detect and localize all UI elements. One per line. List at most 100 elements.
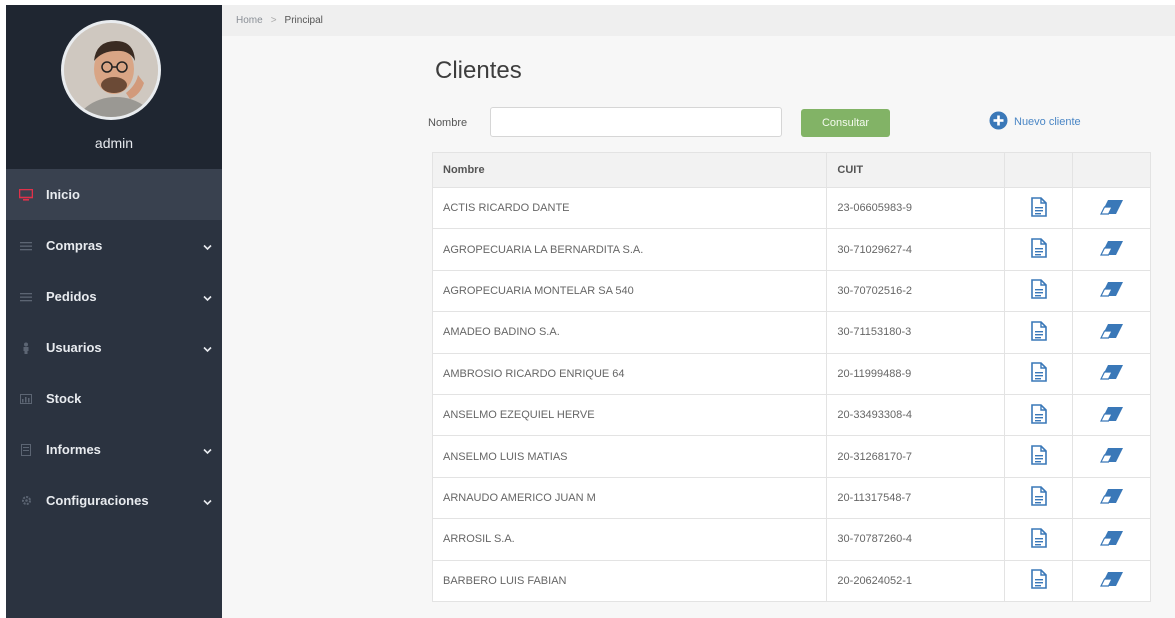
eraser-icon[interactable]: [1099, 447, 1124, 463]
table-row: AMADEO BADINO S.A. 30-71153180-3: [431, 311, 1151, 354]
new-client-label: Nuevo cliente: [1014, 116, 1081, 128]
breadcrumb-current: Principal: [284, 15, 323, 26]
table-row: AGROPECUARIA LA BERNARDITA S.A. 30-71029…: [431, 228, 1151, 271]
list-icon: [18, 289, 34, 305]
chevron-down-icon: [203, 289, 212, 304]
document-icon[interactable]: [1030, 403, 1047, 424]
client-cuit: 30-70787260-4: [826, 518, 1006, 561]
document-icon[interactable]: [1030, 279, 1047, 300]
eraser-icon[interactable]: [1099, 364, 1124, 380]
table-row: AGROPECUARIA MONTELAR SA 540 30-70702516…: [431, 269, 1151, 313]
client-cuit: 20-11999488-9: [826, 352, 1006, 395]
user-profile: admin: [6, 5, 222, 169]
sidebar-item-pedidos[interactable]: Pedidos: [6, 271, 222, 322]
table-row: AMBROSIO RICARDO ENRIQUE 64 20-11999488-…: [431, 352, 1151, 395]
document-icon[interactable]: [1030, 321, 1047, 341]
avatar-image: [64, 23, 158, 117]
client-name: ANSELMO LUIS MATIAS: [431, 435, 828, 478]
breadcrumb-home[interactable]: Home: [236, 15, 263, 26]
client-cuit: 30-70702516-2: [826, 269, 1006, 313]
eraser-icon[interactable]: [1099, 406, 1124, 422]
table-row: ANSELMO EZEQUIEL HERVE 20-33493308-4: [431, 393, 1151, 437]
column-header-actions: [1004, 152, 1074, 188]
client-name: AGROPECUARIA LA BERNARDITA S.A.: [431, 228, 828, 271]
monitor-icon: [18, 187, 34, 203]
document-icon[interactable]: [1030, 362, 1047, 383]
client-name: ANSELMO EZEQUIEL HERVE: [431, 393, 828, 437]
document-icon: [18, 442, 34, 458]
sidebar-item-label: Inicio: [46, 187, 80, 202]
sidebar-nav: Inicio Compras Pedidos Usuarios Stock In…: [6, 169, 222, 526]
search-label: Nombre: [428, 117, 468, 129]
document-icon[interactable]: [1030, 569, 1047, 590]
user-name: admin: [94, 135, 134, 151]
client-cuit: 23-06605983-9: [826, 186, 1006, 230]
chevron-down-icon: [203, 442, 212, 457]
table-row: ANSELMO LUIS MATIAS 20-31268170-7: [431, 435, 1151, 478]
list-icon: [18, 238, 34, 254]
client-cuit: 20-31268170-7: [826, 435, 1006, 478]
chevron-down-icon: [203, 493, 212, 508]
client-cuit: 30-71029627-4: [826, 228, 1006, 271]
search-input[interactable]: [490, 107, 782, 137]
eraser-icon[interactable]: [1099, 571, 1124, 587]
document-icon[interactable]: [1030, 528, 1047, 548]
client-cuit: 20-11317548-7: [826, 476, 1006, 520]
sidebar-item-inicio[interactable]: Inicio: [6, 169, 222, 220]
client-name: AMBROSIO RICARDO ENRIQUE 64: [431, 352, 828, 395]
client-name: ARROSIL S.A.: [431, 518, 828, 561]
table-body: ACTIS RICARDO DANTE 23-06605983-9 AGROPE…: [431, 186, 1151, 602]
sidebar-item-label: Compras: [46, 238, 103, 253]
client-name: AMADEO BADINO S.A.: [431, 311, 828, 354]
consultar-button[interactable]: Consultar: [801, 109, 890, 137]
plus-circle-icon: [989, 111, 1008, 133]
user-icon: [18, 340, 34, 356]
table-header-row: Nombre CUIT: [431, 152, 1151, 188]
client-cuit: 20-33493308-4: [826, 393, 1006, 437]
sidebar-item-configuraciones[interactable]: Configuraciones: [6, 475, 222, 526]
client-name: ARNAUDO AMERICO JUAN M: [431, 476, 828, 520]
table-row: ARNAUDO AMERICO JUAN M 20-11317548-7: [431, 476, 1151, 520]
clients-table: Nombre CUIT ACTIS RICARDO DANTE 23-06605…: [431, 152, 1151, 602]
page-title: Clientes: [435, 57, 522, 84]
client-name: AGROPECUARIA MONTELAR SA 540: [431, 269, 828, 313]
column-header-actions: [1072, 152, 1151, 188]
chevron-down-icon: [203, 238, 212, 253]
chart-icon: [18, 391, 34, 407]
eraser-icon[interactable]: [1099, 240, 1124, 256]
sidebar: admin Inicio Compras Pedidos Usuarios St…: [6, 5, 222, 618]
client-name: BARBERO LUIS FABIAN: [431, 559, 828, 602]
column-header-name[interactable]: Nombre: [431, 152, 828, 188]
client-name: ACTIS RICARDO DANTE: [431, 186, 828, 230]
topbar: Home > Principal: [222, 5, 1175, 36]
eraser-icon[interactable]: [1099, 530, 1124, 546]
avatar[interactable]: [61, 20, 161, 120]
client-cuit: 20-20624052-1: [826, 559, 1006, 602]
sidebar-item-label: Stock: [46, 391, 82, 406]
breadcrumb: Home > Principal: [236, 15, 323, 26]
column-header-cuit[interactable]: CUIT: [826, 152, 1006, 188]
sidebar-item-usuarios[interactable]: Usuarios: [6, 322, 222, 373]
eraser-icon[interactable]: [1099, 488, 1124, 505]
table-row: BARBERO LUIS FABIAN 20-20624052-1: [431, 559, 1151, 602]
document-icon[interactable]: [1030, 445, 1047, 465]
breadcrumb-separator: >: [270, 15, 277, 26]
eraser-icon[interactable]: [1099, 199, 1124, 215]
table-row: ACTIS RICARDO DANTE 23-06605983-9: [431, 186, 1151, 230]
sidebar-item-label: Configuraciones: [46, 493, 149, 508]
sidebar-item-stock[interactable]: Stock: [6, 373, 222, 424]
eraser-icon[interactable]: [1099, 281, 1124, 298]
chevron-down-icon: [203, 340, 212, 355]
sidebar-item-label: Pedidos: [46, 289, 97, 304]
sidebar-item-label: Informes: [46, 442, 101, 457]
eraser-icon[interactable]: [1099, 323, 1124, 339]
sidebar-item-label: Usuarios: [46, 340, 102, 355]
sidebar-item-informes[interactable]: Informes: [6, 424, 222, 475]
table-row: ARROSIL S.A. 30-70787260-4: [431, 518, 1151, 561]
document-icon[interactable]: [1030, 486, 1047, 507]
client-cuit: 30-71153180-3: [826, 311, 1006, 354]
document-icon[interactable]: [1030, 196, 1047, 217]
new-client-button[interactable]: Nuevo cliente: [989, 111, 1081, 133]
sidebar-item-compras[interactable]: Compras: [6, 220, 222, 271]
document-icon[interactable]: [1030, 238, 1047, 258]
